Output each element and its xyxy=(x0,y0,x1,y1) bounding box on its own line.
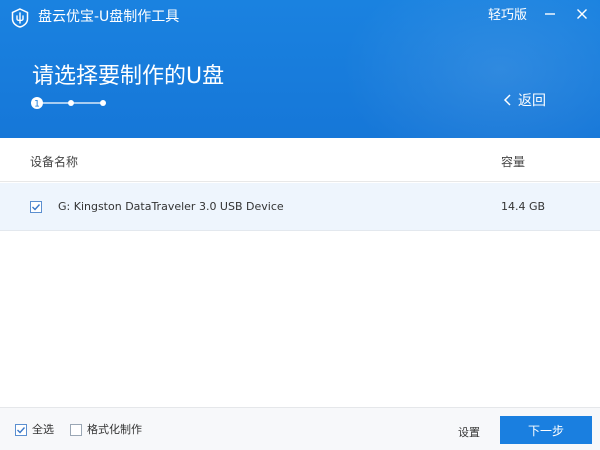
device-list-empty-area xyxy=(0,232,600,407)
title-bar: 盘云优宝-U盘制作工具 轻巧版 xyxy=(0,0,600,34)
column-device-name: 设备名称 xyxy=(30,155,79,169)
format-make-label: 格式化制作 xyxy=(87,423,142,436)
device-name: G: Kingston DataTraveler 3.0 USB Device xyxy=(58,200,284,213)
settings-link[interactable]: 设置 xyxy=(458,424,480,440)
edition-label[interactable]: 轻巧版 xyxy=(488,8,527,24)
minimize-icon[interactable] xyxy=(538,4,562,24)
format-make-box[interactable] xyxy=(70,424,82,436)
select-all-checkbox[interactable]: 全选 xyxy=(15,424,54,436)
step-2-dot xyxy=(68,100,74,106)
header-banner: 盘云优宝-U盘制作工具 轻巧版 请选择要制作的U盘 1 返回 xyxy=(0,0,600,138)
page-title: 请选择要制作的U盘 xyxy=(32,64,225,89)
footer-bar: 全选 格式化制作 设置 下一步 xyxy=(0,407,600,450)
table-header: 设备名称 容量 xyxy=(0,138,600,182)
step-1-number: 1 xyxy=(34,100,40,110)
back-button[interactable]: 返回 xyxy=(502,92,546,110)
step-3-dot xyxy=(100,100,106,106)
next-step-button[interactable]: 下一步 xyxy=(500,416,592,444)
select-all-label: 全选 xyxy=(32,423,54,436)
column-capacity: 容量 xyxy=(501,155,526,169)
select-all-box[interactable] xyxy=(15,424,27,436)
back-label: 返回 xyxy=(518,93,546,109)
format-make-checkbox[interactable]: 格式化制作 xyxy=(70,424,142,436)
chevron-left-icon xyxy=(502,92,514,111)
check-icon xyxy=(17,427,26,434)
table-row[interactable]: G: Kingston DataTraveler 3.0 USB Device … xyxy=(0,183,600,231)
check-icon xyxy=(32,204,41,211)
step-indicator: 1 xyxy=(31,97,106,110)
device-capacity: 14.4 GB xyxy=(501,200,546,213)
row-checkbox[interactable] xyxy=(30,201,42,213)
usb-shield-icon xyxy=(10,8,30,28)
app-title: 盘云优宝-U盘制作工具 xyxy=(38,9,180,25)
close-icon[interactable] xyxy=(570,4,594,24)
